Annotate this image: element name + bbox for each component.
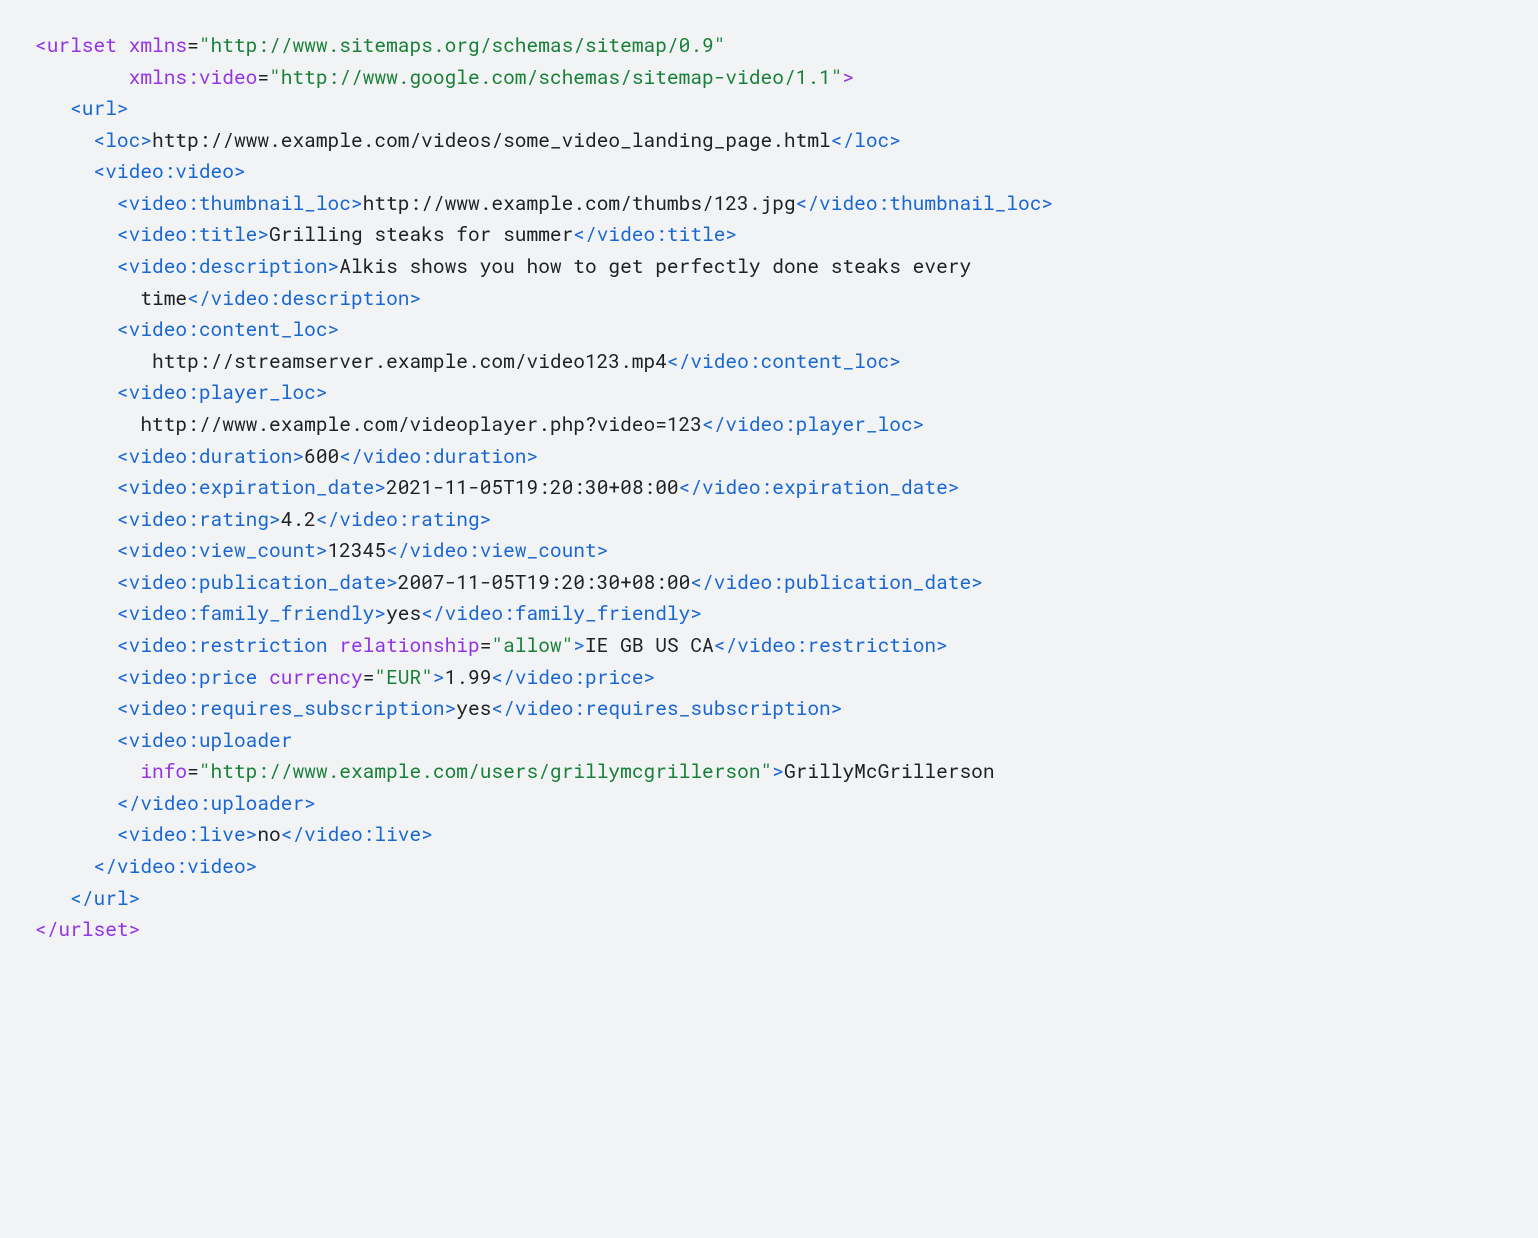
xmlns-val: "http://www.sitemaps.org/schemas/sitemap… [199, 33, 726, 58]
restr-attr: relationship [339, 633, 479, 658]
up-attrval: "http://www.example.com/users/grillymcgr… [199, 759, 772, 784]
thumb-close: </video:thumbnail_loc> [796, 191, 1053, 216]
xml-code-block: <urlset xmlns="http://www.sitemaps.org/s… [0, 0, 1538, 976]
live-close: </video:live> [281, 822, 433, 847]
price-attr: currency [269, 665, 363, 690]
title-open: <video:title> [117, 222, 269, 247]
up-attr: info [140, 759, 187, 784]
up-open: <video:uploader [117, 728, 293, 753]
content-val: http://streamserver.example.com/video123… [152, 349, 667, 374]
rating-close: </video:rating> [316, 507, 492, 532]
exp-val: 2021-11-05T19:20:30+08:00 [386, 475, 679, 500]
desc-val1: Alkis shows you how to get perfectly don… [339, 254, 971, 279]
loc-close: </loc> [831, 128, 901, 153]
gt4: > [772, 759, 784, 784]
video-open: <video:video> [94, 159, 246, 184]
urlset-open: <urlset [35, 33, 117, 58]
title-val: Grilling steaks for summer [269, 222, 573, 247]
restr-val: IE GB US CA [585, 633, 714, 658]
sub-val: yes [456, 696, 491, 721]
views-val: 12345 [328, 538, 387, 563]
live-open: <video:live> [117, 822, 257, 847]
price-close: </video:price> [491, 665, 655, 690]
desc-open: <video:description> [117, 254, 339, 279]
desc-val2: time [140, 286, 187, 311]
gt: > [842, 65, 854, 90]
price-attrval: "EUR" [374, 665, 433, 690]
fam-val: yes [386, 601, 421, 626]
gt2: > [573, 633, 585, 658]
restr-open: <video:restriction [117, 633, 328, 658]
player-open: <video:player_loc> [117, 380, 328, 405]
thumb-open: <video:thumbnail_loc> [117, 191, 363, 216]
url-open: <url> [70, 96, 129, 121]
pub-open: <video:publication_date> [117, 570, 398, 595]
video-close: </video:video> [94, 854, 258, 879]
views-close: </video:view_count> [386, 538, 608, 563]
restr-close: </video:restriction> [714, 633, 948, 658]
xmlns-attr: xmlns [129, 33, 188, 58]
sub-close: </video:requires_subscription> [491, 696, 842, 721]
content-open: <video:content_loc> [117, 317, 339, 342]
desc-close: </video:description> [187, 286, 421, 311]
thumb-val: http://www.example.com/thumbs/123.jpg [363, 191, 796, 216]
xmlns-video-val: "http://www.google.com/schemas/sitemap-v… [269, 65, 842, 90]
urlset-close: </urlset> [35, 917, 140, 942]
player-val: http://www.example.com/videoplayer.php?v… [140, 412, 702, 437]
title-close: </video:title> [573, 222, 737, 247]
sub-open: <video:requires_subscription> [117, 696, 456, 721]
views-open: <video:view_count> [117, 538, 328, 563]
pub-close: </video:publication_date> [690, 570, 983, 595]
gt3: > [433, 665, 445, 690]
duration-val: 600 [304, 444, 339, 469]
price-val: 1.99 [445, 665, 492, 690]
duration-close: </video:duration> [339, 444, 538, 469]
url-close: </url> [70, 886, 140, 911]
fam-open: <video:family_friendly> [117, 601, 386, 626]
content-close: </video:content_loc> [667, 349, 901, 374]
price-open: <video:price [117, 665, 257, 690]
loc-val: http://www.example.com/videos/some_video… [152, 128, 831, 153]
up-close: </video:uploader> [117, 791, 316, 816]
exp-close: </video:expiration_date> [679, 475, 960, 500]
xmlns-video-attr: xmlns:video [129, 65, 258, 90]
duration-open: <video:duration> [117, 444, 304, 469]
up-val: GrillyMcGrillerson [784, 759, 995, 784]
restr-attrval: "allow" [491, 633, 573, 658]
rating-val: 4.2 [281, 507, 316, 532]
rating-open: <video:rating> [117, 507, 281, 532]
live-val: no [257, 822, 280, 847]
pub-val: 2007-11-05T19:20:30+08:00 [398, 570, 691, 595]
player-close: </video:player_loc> [702, 412, 924, 437]
fam-close: </video:family_friendly> [421, 601, 702, 626]
exp-open: <video:expiration_date> [117, 475, 386, 500]
loc-open: <loc> [94, 128, 153, 153]
